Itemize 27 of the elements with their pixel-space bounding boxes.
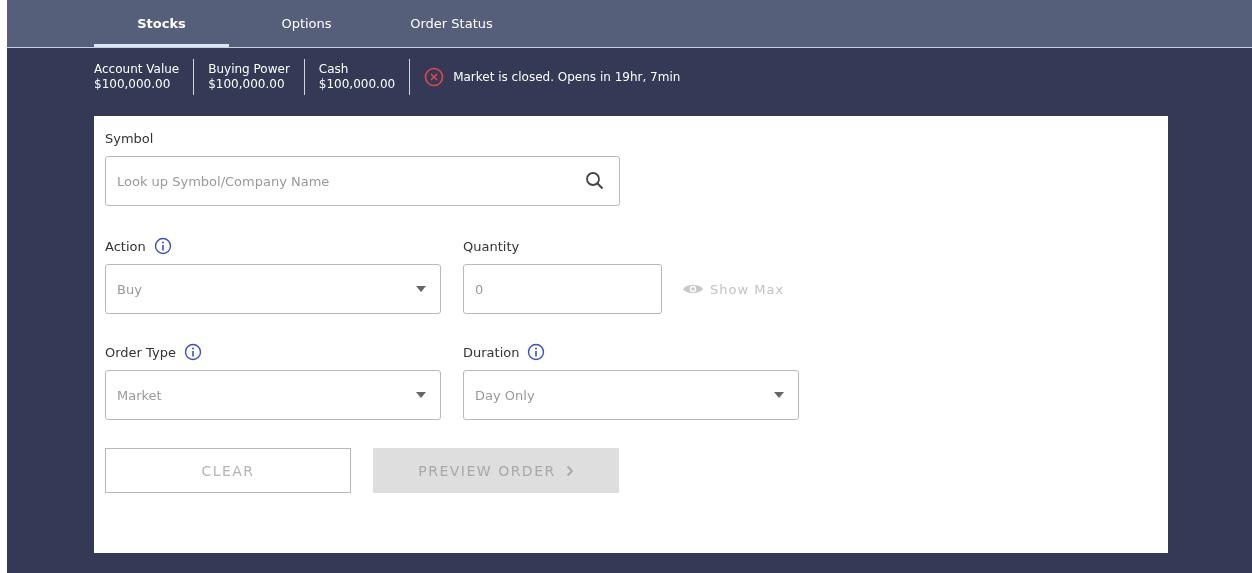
stat-value: $100,000.00 bbox=[208, 77, 286, 92]
stat-label: Account Value bbox=[94, 62, 180, 77]
dropdown[interactable]: Buy bbox=[105, 264, 441, 314]
tab[interactable]: Stocks bbox=[94, 0, 229, 47]
field-label: Action bbox=[105, 238, 146, 254]
caret-icon bbox=[774, 392, 784, 398]
field-label: Order Type bbox=[105, 344, 176, 360]
caret-icon bbox=[416, 392, 426, 398]
quantity-field[interactable]: 0 bbox=[463, 264, 662, 314]
show-max-link[interactable]: Show Max bbox=[682, 281, 785, 297]
stat-label: Buying Power bbox=[208, 62, 290, 77]
dropdown[interactable]: Day Only bbox=[463, 370, 799, 420]
field-label: Duration bbox=[463, 344, 520, 360]
stat-value: $100,000.00 bbox=[94, 77, 172, 92]
tab[interactable]: Order Status bbox=[384, 0, 519, 47]
field-label: Quantity bbox=[463, 238, 520, 254]
tab[interactable]: Options bbox=[239, 0, 374, 47]
stat-label: Cash bbox=[318, 62, 350, 77]
eye-icon bbox=[682, 282, 704, 296]
chevron-icon bbox=[565, 464, 574, 477]
stat-value: $100,000.00 bbox=[318, 77, 396, 92]
dropdown[interactable]: Market bbox=[105, 370, 441, 420]
caret-icon bbox=[416, 286, 426, 292]
market-status: Market is closed. Opens in 19hr, 7min bbox=[453, 70, 681, 84]
field-label: Symbol bbox=[105, 130, 154, 146]
search-field[interactable]: Look up Symbol/Company Name bbox=[105, 156, 620, 206]
search-icon bbox=[585, 171, 605, 191]
